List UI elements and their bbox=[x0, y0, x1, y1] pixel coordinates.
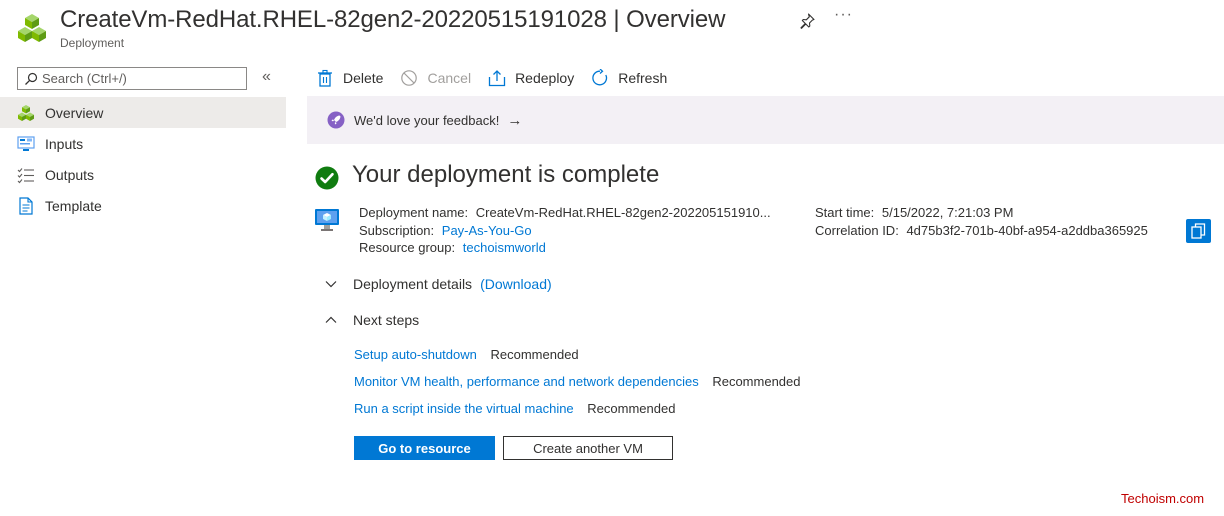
deployment-status-title: Your deployment is complete bbox=[352, 161, 660, 188]
create-another-vm-button[interactable]: Create another VM bbox=[503, 436, 673, 460]
list-item: Run a script inside the virtual machine … bbox=[354, 401, 675, 416]
chevron-down-icon bbox=[325, 281, 337, 288]
monitor-vm-health-link[interactable]: Monitor VM health, performance and netwo… bbox=[354, 374, 699, 389]
deployment-details-label: Deployment details bbox=[353, 276, 473, 292]
run-script-link[interactable]: Run a script inside the virtual machine bbox=[354, 401, 574, 416]
sidebar-item-template[interactable]: Template bbox=[0, 190, 286, 221]
list-item: Monitor VM health, performance and netwo… bbox=[354, 374, 800, 389]
sidebar-item-label: Outputs bbox=[45, 166, 95, 183]
list-item: Setup auto-shutdown Recommended bbox=[354, 347, 579, 362]
trash-icon bbox=[318, 69, 332, 87]
resource-group-link[interactable]: techoismworld bbox=[463, 240, 546, 255]
cancel-circle-icon bbox=[401, 70, 418, 86]
refresh-button[interactable]: Refresh bbox=[591, 69, 667, 87]
deployment-name-row: Deployment name: CreateVm-RedHat.RHEL-82… bbox=[359, 204, 771, 222]
rocket-icon bbox=[327, 111, 345, 129]
start-time-row: Start time: 5/15/2022, 7:21:03 PM bbox=[815, 204, 1148, 222]
search-box[interactable] bbox=[17, 67, 247, 90]
deployment-info-right: Start time: 5/15/2022, 7:21:03 PM Correl… bbox=[815, 204, 1148, 239]
inputs-icon bbox=[17, 135, 35, 151]
command-bar: Delete Cancel Redeploy Refresh bbox=[316, 66, 684, 90]
search-icon bbox=[25, 72, 38, 85]
correlation-id-row: Correlation ID: 4d75b3f2-701b-40bf-a954-… bbox=[815, 222, 1148, 240]
delete-label: Delete bbox=[343, 70, 384, 86]
setup-auto-shutdown-link[interactable]: Setup auto-shutdown bbox=[354, 347, 477, 362]
chevron-up-icon bbox=[325, 316, 337, 323]
deployment-details-toggle[interactable]: Deployment details (Download) bbox=[324, 276, 552, 292]
sidebar-nav: Overview Inputs Outputs Template bbox=[0, 97, 286, 221]
search-input[interactable] bbox=[42, 69, 242, 88]
sidebar-item-label: Inputs bbox=[45, 135, 84, 152]
deployment-name-label: Deployment name: bbox=[359, 205, 469, 220]
start-time-value: 5/15/2022, 7:21:03 PM bbox=[881, 205, 1014, 220]
upload-icon bbox=[488, 70, 506, 87]
refresh-icon bbox=[592, 69, 608, 86]
pin-icon[interactable] bbox=[798, 12, 816, 30]
recommended-tag: Recommended bbox=[490, 347, 579, 362]
sidebar-item-inputs[interactable]: Inputs bbox=[0, 128, 286, 159]
start-time-label: Start time: bbox=[815, 205, 875, 220]
go-to-resource-button[interactable]: Go to resource bbox=[354, 436, 495, 460]
delete-button[interactable]: Delete bbox=[316, 69, 383, 87]
outputs-list-icon bbox=[17, 167, 34, 183]
deployment-cubes-icon bbox=[18, 104, 34, 121]
redeploy-button[interactable]: Redeploy bbox=[488, 69, 574, 87]
subscription-row: Subscription: Pay-As-You-Go bbox=[359, 222, 771, 240]
recommended-tag: Recommended bbox=[712, 374, 801, 389]
copy-correlation-button[interactable] bbox=[1186, 219, 1211, 243]
collapse-sidebar-icon[interactable]: « bbox=[262, 68, 271, 86]
feedback-banner[interactable]: We'd love your feedback! → bbox=[307, 96, 1224, 144]
feedback-text: We'd love your feedback! bbox=[354, 112, 500, 128]
template-document-icon bbox=[19, 196, 33, 215]
cancel-label: Cancel bbox=[427, 70, 472, 86]
redeploy-label: Redeploy bbox=[515, 70, 575, 86]
resource-group-row: Resource group: techoismworld bbox=[359, 239, 771, 257]
page-header: CreateVm-RedHat.RHEL-82gen2-202205151910… bbox=[0, 0, 1224, 62]
more-options-icon[interactable]: ··· bbox=[834, 6, 853, 24]
next-steps-toggle[interactable]: Next steps bbox=[324, 312, 419, 328]
deployment-name-value: CreateVm-RedHat.RHEL-82gen2-202205151910… bbox=[475, 205, 771, 220]
correlation-id-label: Correlation ID: bbox=[815, 222, 899, 238]
virtual-machine-icon bbox=[315, 209, 339, 231]
correlation-id-value: 4d75b3f2-701b-40bf-a954-a2ddba365925 bbox=[906, 222, 1148, 238]
arrow-right-icon: → bbox=[507, 111, 523, 129]
next-steps-label: Next steps bbox=[353, 312, 420, 328]
resource-group-label: Resource group: bbox=[359, 240, 456, 255]
sidebar-item-outputs[interactable]: Outputs bbox=[0, 159, 286, 190]
recommended-tag: Recommended bbox=[587, 401, 676, 416]
refresh-label: Refresh bbox=[618, 70, 668, 86]
watermark-text: Techoism.com bbox=[1121, 491, 1205, 506]
page-title: CreateVm-RedHat.RHEL-82gen2-202205151910… bbox=[60, 6, 726, 33]
sidebar-item-label: Template bbox=[45, 197, 102, 214]
copy-icon bbox=[1191, 223, 1206, 239]
deployment-cubes-icon bbox=[18, 14, 46, 42]
page-subtitle: Deployment bbox=[60, 36, 125, 50]
success-check-icon bbox=[315, 166, 339, 190]
deployment-info-left: Deployment name: CreateVm-RedHat.RHEL-82… bbox=[359, 204, 771, 257]
subscription-label: Subscription: bbox=[359, 222, 435, 238]
download-link[interactable]: (Download) bbox=[480, 276, 552, 292]
sidebar-item-label: Overview bbox=[45, 104, 104, 121]
sidebar-item-overview[interactable]: Overview bbox=[0, 97, 286, 128]
cancel-button[interactable]: Cancel bbox=[400, 69, 471, 87]
subscription-link[interactable]: Pay-As-You-Go bbox=[442, 223, 532, 238]
